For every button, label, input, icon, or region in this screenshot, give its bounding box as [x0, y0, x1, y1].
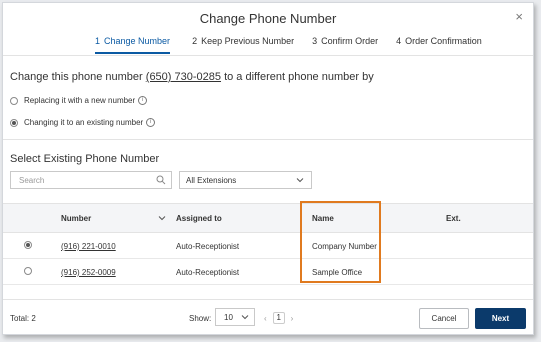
- step-confirm-order[interactable]: 3 Confirm Order: [312, 33, 378, 54]
- page-size-value: 10: [224, 312, 233, 322]
- info-icon[interactable]: i: [138, 96, 148, 105]
- table-row[interactable]: (916) 221-0010 Auto-Receptionist Company…: [3, 233, 533, 259]
- step-number: 2: [192, 36, 198, 46]
- step-number: 4: [396, 36, 402, 46]
- search-input[interactable]: [17, 174, 151, 186]
- assigned-to-cell: Auto-Receptionist: [176, 242, 240, 251]
- option-replace-new-number[interactable]: Replacing it with a new number i: [10, 96, 148, 105]
- change-description: Change this phone number (650) 730-0285 …: [10, 71, 374, 83]
- current-phone-link[interactable]: (650) 730-0285: [146, 71, 221, 83]
- wizard-steps: 1 Change Number 2 Keep Previous Number 3 Co…: [95, 33, 500, 54]
- dialog-header: Change Phone Number × 1 Change Number 2 Ke…: [3, 3, 533, 56]
- name-cell: Company Number: [312, 242, 377, 251]
- column-header-name[interactable]: Name: [312, 214, 334, 223]
- step-keep-previous-number[interactable]: 2 Keep Previous Number: [192, 33, 294, 54]
- option-change-existing-number[interactable]: Changing it to an existing number i: [10, 118, 156, 127]
- search-box[interactable]: [10, 171, 172, 189]
- next-button[interactable]: Next: [475, 308, 526, 329]
- table-header: Number Assigned to Name Ext.: [3, 203, 533, 233]
- chevron-down-icon: [296, 178, 304, 183]
- step-number: 3: [312, 36, 318, 46]
- step-label: Keep Previous Number: [201, 36, 295, 46]
- prev-page-icon[interactable]: ‹: [264, 314, 267, 323]
- change-prefix: Change this phone number: [10, 71, 143, 83]
- dialog-footer: Total: 2 Show: 10 ‹ 1 › Cancel Next: [3, 299, 533, 336]
- change-method-section: Change this phone number (650) 730-0285 …: [3, 56, 533, 140]
- step-change-number[interactable]: 1 Change Number: [95, 33, 171, 54]
- column-header-assigned-to[interactable]: Assigned to: [176, 214, 222, 223]
- radio-button[interactable]: [10, 96, 18, 105]
- change-phone-number-dialog: Change Phone Number × 1 Change Number 2 Ke…: [2, 2, 534, 335]
- phone-number-table: Number Assigned to Name Ext. (916) 221-0…: [3, 203, 533, 285]
- row-radio[interactable]: [24, 267, 32, 275]
- sort-chevron-icon[interactable]: [158, 214, 166, 222]
- name-cell: Sample Office: [312, 268, 363, 277]
- option-label: Changing it to an existing number: [24, 118, 144, 127]
- radio-button-selected[interactable]: [10, 118, 18, 127]
- step-label: Order Confirmation: [405, 36, 482, 46]
- cancel-button[interactable]: Cancel: [419, 308, 469, 329]
- assigned-to-cell: Auto-Receptionist: [176, 268, 240, 277]
- close-icon[interactable]: ×: [515, 9, 523, 24]
- dialog-title: Change Phone Number: [199, 11, 337, 26]
- phone-number-link[interactable]: (916) 221-0010: [61, 242, 116, 251]
- page-size-dropdown[interactable]: 10: [215, 308, 255, 326]
- next-page-icon[interactable]: ›: [291, 314, 294, 323]
- row-radio-selected[interactable]: [24, 241, 32, 249]
- total-count: Total: 2: [10, 314, 36, 323]
- step-label: Confirm Order: [321, 36, 379, 46]
- phone-number-link[interactable]: (916) 252-0009: [61, 268, 116, 277]
- pagination: ‹ 1 ›: [261, 312, 296, 324]
- show-label: Show:: [189, 314, 212, 323]
- info-icon[interactable]: i: [146, 118, 156, 127]
- step-number: 1: [95, 36, 101, 46]
- current-page[interactable]: 1: [272, 312, 285, 324]
- column-header-number[interactable]: Number: [61, 214, 91, 223]
- option-label: Replacing it with a new number: [24, 96, 136, 105]
- change-suffix: to a different phone number by: [224, 71, 374, 83]
- search-icon[interactable]: [156, 175, 166, 185]
- chevron-down-icon: [241, 315, 249, 320]
- step-label: Change Number: [104, 36, 171, 46]
- column-header-ext[interactable]: Ext.: [446, 214, 461, 223]
- select-existing-title: Select Existing Phone Number: [10, 153, 160, 165]
- table-row[interactable]: (916) 252-0009 Auto-Receptionist Sample …: [3, 259, 533, 285]
- step-order-confirmation[interactable]: 4 Order Confirmation: [396, 33, 482, 54]
- extensions-dropdown[interactable]: All Extensions: [179, 171, 312, 189]
- extensions-value: All Extensions: [186, 175, 237, 185]
